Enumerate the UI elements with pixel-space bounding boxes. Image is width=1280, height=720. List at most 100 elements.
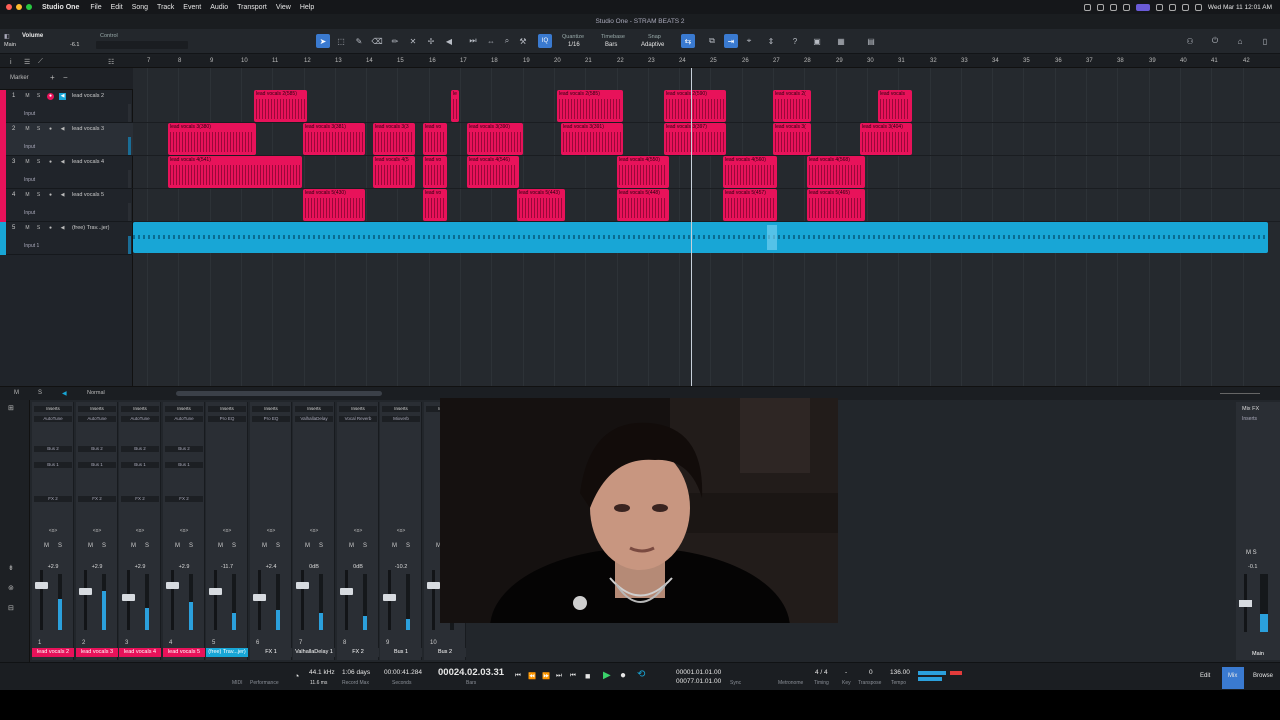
ruler-bar-number[interactable]: 17 [460, 58, 467, 64]
quantize-value[interactable]: 1/16 [568, 42, 580, 48]
audio-clip[interactable]: lead vo [423, 123, 447, 155]
track-row[interactable]: 1 M S ● ◀ lead vocals 2 Input [0, 90, 133, 123]
mixer-channel[interactable]: Inserts AutoTune Bus 2 Bus 1 FX 2 <o> M S +2.9 1 l… [32, 402, 74, 660]
fx-slot[interactable]: FX 2 [121, 496, 159, 502]
performance-label[interactable]: Performance [250, 680, 279, 686]
solo-button[interactable]: S [319, 543, 323, 549]
listen-tool-icon[interactable]: ◀ [442, 34, 456, 48]
list-icon[interactable]: ☰ [24, 58, 30, 66]
bus-slot[interactable]: Bus 1 [165, 462, 203, 468]
solo-button[interactable]: S [35, 159, 42, 166]
channel-name[interactable]: (free) Trav...jer) [206, 648, 248, 657]
audio-clip[interactable]: lead vocals 4(568) [807, 156, 865, 188]
inserts-header[interactable]: Inserts [252, 406, 290, 412]
insert-slot[interactable]: AutoTune [34, 416, 72, 422]
track-name[interactable]: lead vocals 2 [72, 93, 104, 99]
mixer-channel[interactable]: Inserts AutoTune Bus 2 Bus 1 FX 2 <o> M S +2.9 3 l… [119, 402, 161, 660]
user-icon[interactable]: ⚇ [1183, 34, 1197, 48]
track-lane[interactable]: lead vocals 5(430) lead vo lead vocals 5… [133, 189, 1280, 222]
menu-audio[interactable]: Audio [210, 4, 228, 11]
monitor-button[interactable]: ◀ [59, 192, 66, 199]
audio-clip[interactable]: lead vocals 5(465) [807, 189, 865, 221]
zoom-window-button[interactable] [26, 4, 32, 10]
ruler-bar-number[interactable]: 39 [1149, 58, 1156, 64]
fader-cap[interactable] [253, 594, 266, 601]
insert-slot[interactable]: Vocal Reverb [339, 416, 377, 422]
mute-button[interactable]: M [44, 543, 49, 549]
snap-toggle-icon[interactable]: ⇆ [681, 34, 695, 48]
ruler-bar-number[interactable]: 41 [1211, 58, 1218, 64]
ruler-bar-number[interactable]: 30 [867, 58, 874, 64]
ruler-bar-number[interactable]: 22 [617, 58, 624, 64]
fx-slot[interactable]: FX 2 [34, 496, 72, 502]
ruler-bar-number[interactable]: 29 [836, 58, 843, 64]
status-icon[interactable] [1155, 3, 1163, 11]
pan-knob[interactable]: <o> [265, 528, 277, 534]
timeline-ruler[interactable]: 7 8 9 10 11 12 13 14 15 16 17 18 19 20 21 22 23 24 25 26 27 2… [133, 56, 1280, 68]
skip-forward-icon[interactable]: ⏭ [466, 34, 480, 48]
stop-button[interactable]: ■ [585, 671, 590, 681]
mute-button[interactable]: M [24, 126, 31, 133]
menu-event[interactable]: Event [183, 4, 201, 11]
fader-track[interactable] [214, 570, 217, 630]
track-row[interactable]: 3 M S ● ◀ lead vocals 4 Input [0, 156, 133, 189]
mute-button[interactable]: M [24, 192, 31, 199]
inserts-header[interactable]: Inserts [208, 406, 246, 412]
mixer-channel[interactable]: Inserts Mixverb <o> M S -10.2 9 Bus 1 [380, 402, 422, 660]
inserts-header[interactable]: Inserts [34, 406, 72, 412]
status-icon[interactable] [1109, 3, 1117, 11]
ruler-bar-number[interactable]: 13 [335, 58, 342, 64]
menu-help[interactable]: Help [300, 4, 314, 11]
main-fader-cap[interactable] [1239, 600, 1252, 607]
channel-name[interactable]: Bus 2 [424, 648, 466, 657]
monitor-button[interactable]: ◀ [59, 126, 66, 133]
solo-button[interactable]: S [363, 543, 367, 549]
monitor-all-icon[interactable]: ◀ [62, 390, 67, 397]
metronome-label[interactable]: Metronome [778, 680, 803, 686]
insert-slot[interactable]: Mixverb [382, 416, 420, 422]
audio-clip[interactable]: lead vocals 5(443) [517, 189, 565, 221]
play-button[interactable]: ▶ [603, 670, 611, 681]
ruler-bar-number[interactable]: 24 [679, 58, 686, 64]
record-button[interactable]: ● [620, 670, 626, 681]
status-icon[interactable] [1122, 3, 1130, 11]
mute-all-icon[interactable]: M [14, 390, 19, 396]
inspector-toggle-icon[interactable]: ◧ [4, 33, 10, 40]
insert-slot[interactable]: AutoTune [165, 416, 203, 422]
audio-clip[interactable]: lead vocals [878, 90, 912, 122]
edit-tab[interactable]: Edit [1200, 673, 1210, 679]
menu-track[interactable]: Track [157, 4, 174, 11]
record-arm-button[interactable]: ● [47, 159, 54, 166]
fx-slot[interactable]: FX 2 [165, 496, 203, 502]
input-icon[interactable]: ⊚ [8, 584, 14, 592]
ruler-bar-number[interactable]: 23 [648, 58, 655, 64]
mute-button[interactable]: M [218, 543, 223, 549]
timebase-value[interactable]: Bars [605, 42, 617, 48]
ruler-bar-number[interactable]: 26 [742, 58, 749, 64]
ruler-bar-number[interactable]: 10 [241, 58, 248, 64]
channel-name[interactable]: lead vocals 2 [32, 648, 74, 657]
inserts-header[interactable]: Inserts [339, 406, 377, 412]
track-row[interactable]: 5 M S ● ◀ (free) Trav...jer) Input 1 [0, 222, 133, 255]
ruler-bar-number[interactable]: 42 [1243, 58, 1250, 64]
mute-button[interactable]: M [349, 543, 354, 549]
expand-icon[interactable]: ⇔ [484, 34, 498, 48]
playhead-cursor[interactable] [691, 68, 692, 386]
audio-clip[interactable]: lead vocals 3(381) [303, 123, 365, 155]
insert-slot[interactable]: AutoTune [121, 416, 159, 422]
automation-icon[interactable]: ⟋ [38, 58, 43, 66]
split-tool-icon[interactable]: ✎ [352, 34, 366, 48]
fader-track[interactable] [171, 570, 174, 630]
inserts-header[interactable]: Inserts [382, 406, 420, 412]
time-signature[interactable]: 4 / 4 [815, 669, 828, 676]
fast-forward-icon[interactable]: ⏩ [542, 672, 550, 680]
status-icon[interactable] [1083, 3, 1091, 11]
ruler-bar-number[interactable]: 14 [366, 58, 373, 64]
track-input[interactable]: Input 1 [24, 243, 39, 249]
view-options-icon[interactable]: ▤ [864, 34, 878, 48]
solo-button[interactable]: S [102, 543, 106, 549]
add-marker-icon[interactable]: + [50, 73, 55, 82]
audio-clip[interactable]: lead vocals 2(585) [557, 90, 623, 122]
audio-clip[interactable]: lead vocals 4(546) [467, 156, 519, 188]
audio-clip[interactable]: lead vocals 2( [773, 90, 811, 122]
